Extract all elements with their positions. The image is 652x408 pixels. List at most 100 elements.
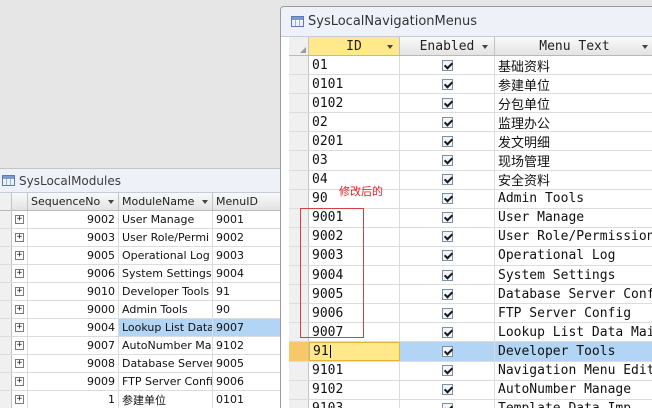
menu-id-cell[interactable]: 9001 <box>213 211 282 228</box>
row-selector[interactable] <box>0 265 12 282</box>
row-selector[interactable] <box>289 342 309 361</box>
enabled-checkbox[interactable] <box>441 345 453 357</box>
expand-plus-icon[interactable]: + <box>15 395 24 404</box>
menu-text-cell[interactable]: 发文明细 <box>495 132 652 151</box>
enabled-checkbox[interactable] <box>441 78 453 90</box>
sort-arrow-icon[interactable] <box>482 45 488 49</box>
table-row[interactable]: 9101 Navigation Menu Edit <box>289 361 652 381</box>
menu-text-cell[interactable]: FTP Server Config <box>495 304 652 322</box>
table-row[interactable]: 0201 发文明细 <box>289 132 652 152</box>
menu-text-cell[interactable]: 参建单位 <box>495 75 652 94</box>
row-selector[interactable] <box>0 211 12 228</box>
sort-arrow-icon[interactable] <box>387 45 393 49</box>
id-cell[interactable]: 9103 <box>309 399 400 408</box>
enabled-checkbox[interactable] <box>441 307 453 319</box>
table-row[interactable]: 9103 Template Data Imp <box>289 399 652 408</box>
expand-plus-icon[interactable]: + <box>15 305 24 314</box>
module-name-cell[interactable]: User Manage <box>119 211 213 228</box>
id-cell[interactable]: 0101 <box>309 75 400 94</box>
row-selector[interactable] <box>289 189 309 208</box>
module-name-cell[interactable]: Database Server <box>119 355 213 372</box>
module-name-cell[interactable]: FTP Server Config <box>119 373 213 390</box>
menu-text-cell[interactable]: User Manage <box>495 209 652 227</box>
row-selector[interactable] <box>0 247 12 264</box>
module-name-cell[interactable]: System Settings <box>119 265 213 282</box>
enabled-checkbox[interactable] <box>441 250 453 262</box>
table-row[interactable]: +9003 User Role/Permi 9002 <box>0 229 282 247</box>
row-selector[interactable] <box>289 170 309 189</box>
sequence-cell[interactable]: 9010 <box>28 283 119 300</box>
enabled-checkbox[interactable] <box>441 403 453 408</box>
enabled-checkbox[interactable] <box>441 155 453 167</box>
row-selector[interactable] <box>0 355 12 372</box>
enabled-checkbox[interactable] <box>441 384 453 396</box>
enabled-checkbox[interactable] <box>441 231 453 243</box>
row-selector[interactable] <box>0 391 12 408</box>
menu-id-cell[interactable]: 9002 <box>213 229 282 246</box>
menu-text-cell[interactable]: System Settings <box>495 266 652 284</box>
table-row[interactable]: +9000 Admin Tools 90 <box>0 301 282 319</box>
module-name-cell[interactable]: Developer Tools <box>119 283 213 300</box>
row-selector[interactable] <box>289 94 309 113</box>
table-row[interactable]: 0101 参建单位 <box>289 75 652 95</box>
row-selector[interactable] <box>0 301 12 318</box>
select-all-corner[interactable] <box>0 193 12 210</box>
enabled-checkbox[interactable] <box>441 326 453 338</box>
enabled-checkbox[interactable] <box>441 193 453 205</box>
id-cell[interactable]: 01 <box>309 56 400 75</box>
menu-id-cell[interactable]: 9102 <box>213 337 282 354</box>
sort-arrow-icon[interactable] <box>108 200 114 204</box>
expand-plus-icon[interactable]: + <box>15 233 24 242</box>
menu-id-cell[interactable]: 9007 <box>213 319 282 336</box>
menu-id-cell[interactable]: 9003 <box>213 247 282 264</box>
modules-title-bar[interactable]: SysLocalModules <box>0 169 282 193</box>
menu-id-cell[interactable]: 90 <box>213 301 282 318</box>
column-header-modulename[interactable]: ModuleName <box>119 193 213 210</box>
menu-id-cell[interactable]: 9006 <box>213 373 282 390</box>
expand-plus-icon[interactable]: + <box>15 323 24 332</box>
menu-id-cell[interactable]: 9005 <box>213 355 282 372</box>
menu-text-cell[interactable]: 分包单位 <box>495 94 652 113</box>
enabled-checkbox[interactable] <box>441 116 453 128</box>
sort-arrow-icon[interactable] <box>202 200 208 204</box>
sequence-cell[interactable]: 9009 <box>28 373 119 390</box>
row-selector[interactable] <box>289 361 309 380</box>
expand-plus-icon[interactable]: + <box>15 341 24 350</box>
column-header-enabled[interactable]: Enabled <box>400 37 495 55</box>
row-selector[interactable] <box>0 229 12 246</box>
menu-text-cell[interactable]: Navigation Menu Edit <box>495 362 652 380</box>
enabled-checkbox[interactable] <box>441 59 453 71</box>
sequence-cell[interactable]: 9007 <box>28 337 119 354</box>
expand-plus-icon[interactable]: + <box>15 359 24 368</box>
expand-plus-icon[interactable]: + <box>15 251 24 260</box>
expand-plus-icon[interactable]: + <box>15 377 24 386</box>
id-cell[interactable]: 9102 <box>309 380 400 399</box>
module-name-cell[interactable]: Operational Log <box>119 247 213 264</box>
table-row[interactable]: +9004 Lookup List Data 9007 <box>0 319 282 337</box>
row-selector[interactable] <box>0 283 12 300</box>
menu-text-cell[interactable]: AutoNumber Manage <box>495 381 652 399</box>
table-row[interactable]: +9010 Developer Tools 91 <box>0 283 282 301</box>
table-row[interactable]: +9002 User Manage 9001 <box>0 211 282 229</box>
id-cell[interactable]: 91 <box>309 342 400 361</box>
sequence-cell[interactable]: 9006 <box>28 265 119 282</box>
sequence-cell[interactable]: 9005 <box>28 247 119 264</box>
menu-text-cell[interactable]: 基础资料 <box>495 56 652 75</box>
table-row[interactable]: 91 Developer Tools <box>289 342 652 362</box>
menu-text-cell[interactable]: 现场管理 <box>495 151 652 170</box>
sequence-cell[interactable]: 9008 <box>28 355 119 372</box>
column-header-sequenceno[interactable]: SequenceNo <box>28 193 119 210</box>
sequence-cell[interactable]: 9000 <box>28 301 119 318</box>
module-name-cell[interactable]: AutoNumber Ma <box>119 337 213 354</box>
sequence-cell[interactable]: 1 <box>28 391 119 408</box>
table-row[interactable]: 03 现场管理 <box>289 151 652 171</box>
sequence-cell[interactable]: 9003 <box>28 229 119 246</box>
id-cell[interactable]: 0102 <box>309 94 400 113</box>
menu-text-cell[interactable]: 安全资料 <box>495 171 652 189</box>
expand-plus-icon[interactable]: + <box>15 287 24 296</box>
module-name-cell[interactable]: 参建单位 <box>119 391 213 408</box>
enabled-checkbox[interactable] <box>441 269 453 281</box>
enabled-checkbox[interactable] <box>441 135 453 147</box>
column-header-id[interactable]: ID <box>309 37 400 55</box>
table-row[interactable]: +9005 Operational Log 9003 <box>0 247 282 265</box>
